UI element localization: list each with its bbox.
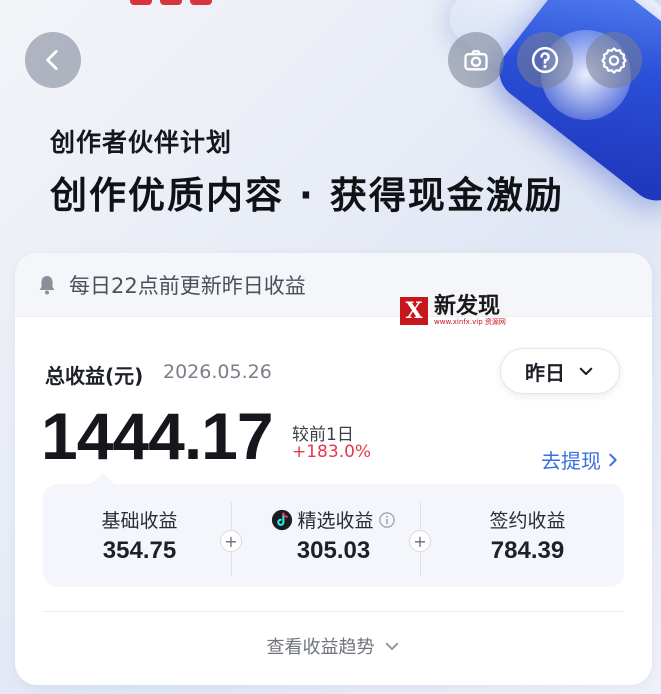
view-trend-label: 查看收益趋势 bbox=[266, 637, 375, 658]
signed-earnings-value: 784.39 bbox=[490, 537, 565, 564]
compare-change: +183.0% bbox=[292, 442, 372, 462]
featured-earnings-label: 精选收益 bbox=[271, 506, 395, 533]
chevron-right-icon bbox=[609, 453, 617, 466]
question-circle-icon bbox=[531, 46, 559, 74]
featured-earnings[interactable]: 精选收益 305.03 bbox=[237, 484, 430, 587]
withdraw-label: 去提现 bbox=[541, 449, 601, 473]
total-earnings-amount: 1444.17 bbox=[41, 399, 274, 473]
camera-button[interactable] bbox=[448, 32, 504, 88]
info-icon[interactable] bbox=[378, 511, 396, 529]
camera-icon bbox=[464, 50, 488, 71]
notice-text: 每日22点前更新昨日收益 bbox=[69, 273, 306, 298]
help-button[interactable] bbox=[517, 32, 573, 88]
divider bbox=[43, 611, 624, 612]
featured-earnings-value: 305.03 bbox=[296, 537, 371, 564]
chevron-down-icon bbox=[579, 367, 593, 376]
back-button[interactable] bbox=[25, 32, 81, 88]
settings-button[interactable] bbox=[586, 32, 642, 88]
watermark-logo: X 新发现 www.xinfx.vip 资源网 bbox=[400, 295, 506, 327]
earnings-breakdown: 基础收益 354.75 精选收益 305.03 签约收益 784.39 bbox=[43, 474, 624, 587]
top-bar bbox=[0, 0, 661, 120]
signed-earnings-label: 签约收益 bbox=[489, 506, 565, 533]
gear-icon bbox=[601, 47, 627, 74]
bell-icon bbox=[39, 275, 55, 294]
period-dropdown[interactable]: 昨日 bbox=[500, 348, 620, 394]
watermark-sub: www.xinfx.vip 资源网 bbox=[434, 318, 506, 326]
basic-earnings-label-text: 基础收益 bbox=[101, 510, 178, 532]
basic-earnings[interactable]: 基础收益 354.75 bbox=[43, 484, 236, 587]
signed-earnings[interactable]: 签约收益 784.39 bbox=[431, 484, 624, 587]
plus-icon: + bbox=[409, 530, 431, 552]
chevron-left-icon bbox=[46, 49, 58, 71]
basic-earnings-label: 基础收益 bbox=[101, 506, 177, 533]
period-selected-value: 昨日 bbox=[525, 360, 565, 385]
watermark-box: X bbox=[400, 297, 428, 325]
withdraw-link[interactable]: 去提现 bbox=[541, 445, 621, 474]
hero-subtitle: 创作者伙伴计划 bbox=[50, 128, 233, 157]
basic-earnings-value: 354.75 bbox=[102, 537, 177, 564]
watermark-main: 新发现 bbox=[434, 293, 501, 319]
earnings-card: 每日22点前更新昨日收益 X 新发现 www.xinfx.vip 资源网 总收益… bbox=[15, 253, 652, 685]
signed-earnings-label-text: 签约收益 bbox=[489, 510, 566, 532]
featured-earnings-label-text: 精选收益 bbox=[297, 510, 374, 532]
earnings-date: 2026.05.26 bbox=[163, 361, 272, 383]
update-notice: 每日22点前更新昨日收益 bbox=[15, 253, 652, 317]
chevron-down-icon bbox=[385, 642, 398, 650]
plus-icon: + bbox=[220, 530, 242, 552]
douyin-icon bbox=[272, 509, 293, 530]
view-trend-link[interactable]: 查看收益趋势 bbox=[15, 633, 652, 659]
total-earnings-label: 总收益(元) bbox=[45, 364, 144, 388]
hero-title: 创作优质内容 · 获得现金激励 bbox=[50, 174, 564, 217]
